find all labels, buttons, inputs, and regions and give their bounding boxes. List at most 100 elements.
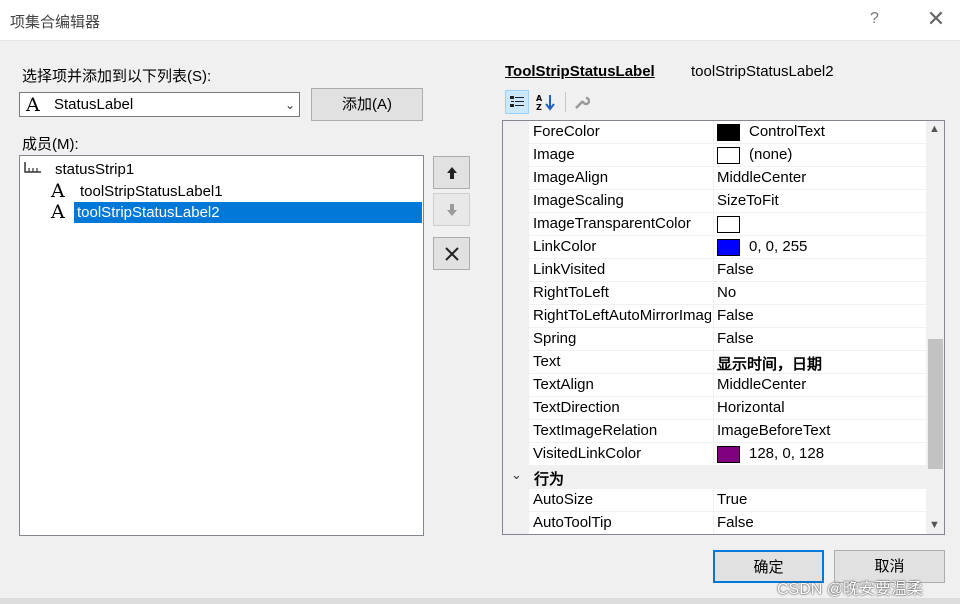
tree-item-label: toolStripStatusLabel2 [74,202,422,223]
property-row[interactable]: AutoToolTip False [529,512,926,534]
members-list[interactable]: statusStrip1 A toolStripStatusLabel1 A t… [19,155,424,536]
property-name: ForeColor [533,123,600,140]
help-button[interactable]: ? [870,10,879,28]
property-name: Image [533,146,575,163]
item-type-combo[interactable]: A StatusLabel ⌄ [19,92,300,117]
column-divider [713,144,714,167]
property-name: ImageScaling [533,192,624,209]
column-divider [713,213,714,236]
property-row[interactable]: AutoSize True [529,489,926,512]
column-divider [713,305,714,328]
property-row[interactable]: ImageScaling SizeToFit [529,190,926,213]
scroll-thumb[interactable] [928,339,943,469]
property-value: No [717,284,737,301]
property-row[interactable]: RightToLeftAutoMirrorImage False [529,305,926,328]
property-value: MiddleCenter [717,169,807,186]
property-row[interactable]: VisitedLinkColor 128, 0, 128 [529,443,926,466]
category-title: 行为 [534,471,565,488]
window-title: 项集合编辑器 [10,14,101,31]
object-type-name: ToolStripStatusLabel [505,63,655,80]
sort-az-icon: AZ [536,94,555,111]
property-value: ControlText [749,123,825,140]
label-icon: A [26,94,40,116]
column-divider [713,374,714,397]
column-divider [713,489,714,512]
property-name: Text [533,353,561,370]
property-row[interactable]: TextDirection Horizontal [529,397,926,420]
close-button[interactable]: ✕ [925,6,947,32]
color-swatch [717,216,740,233]
arrow-up-icon [446,166,457,179]
column-divider [713,282,714,305]
property-row[interactable]: ImageTransparentColor [529,213,926,236]
property-name: AutoToolTip [533,514,612,531]
color-swatch [717,446,740,463]
move-down-button[interactable] [433,193,470,226]
column-divider [713,443,714,466]
column-divider [713,512,714,534]
svg-text:A: A [536,94,543,103]
property-value: (none) [749,146,793,163]
svg-text:Z: Z [536,103,542,111]
property-row[interactable]: ImageAlign MiddleCenter [529,167,926,190]
property-pages-button[interactable] [570,90,594,114]
column-divider [713,190,714,213]
chevron-down-icon[interactable]: ⌄ [511,467,522,483]
property-row[interactable]: LinkVisited False [529,259,926,282]
status-strip-icon [23,159,43,180]
property-name: TextDirection [533,399,620,416]
category-header[interactable]: ⌄ 行为 [503,466,926,489]
property-row[interactable]: LinkColor 0, 0, 255 [529,236,926,259]
move-up-button[interactable] [433,156,470,189]
color-swatch [717,124,740,141]
property-row[interactable]: RightToLeft No [529,282,926,305]
column-divider [713,420,714,443]
select-items-label: 选择项并添加到以下列表(S): [22,68,212,85]
property-row[interactable]: ForeColor ControlText [529,121,926,144]
arrow-down-icon [446,203,457,216]
title-bar: 项集合编辑器 ? ✕ [0,0,960,41]
scroll-up-icon[interactable]: ▲ [929,123,940,135]
combo-value: StatusLabel [54,96,134,113]
property-row[interactable]: Image (none) [529,144,926,167]
scroll-down-icon[interactable]: ▼ [929,519,940,531]
property-row[interactable]: Spring False [529,328,926,351]
label-icon: A [51,201,65,223]
column-divider [713,351,714,374]
property-value: False [717,514,754,531]
delete-button[interactable] [433,237,470,270]
chevron-down-icon[interactable]: ⌄ [285,98,295,112]
property-value: 128, 0, 128 [749,445,825,462]
property-row[interactable]: TextAlign MiddleCenter [529,374,926,397]
property-value: False [717,330,754,347]
property-name: TextImageRelation [533,422,658,439]
vertical-scrollbar[interactable]: ▲ ▼ [926,121,944,534]
categorized-button[interactable] [505,90,529,114]
property-name: LinkVisited [533,261,606,278]
column-divider [713,259,714,282]
tree-item-label: toolStripStatusLabel1 [80,183,223,200]
property-grid[interactable]: ForeColor ControlText Image (none) ImageAl… [502,120,945,535]
column-divider [713,121,714,144]
wrench-icon [575,96,590,109]
property-name: RightToLeft [533,284,609,301]
property-value: MiddleCenter [717,376,807,393]
color-swatch [717,239,740,256]
label-icon: A [51,180,65,202]
property-row[interactable]: TextImageRelation ImageBeforeText [529,420,926,443]
image-swatch [717,147,740,164]
property-value: ImageBeforeText [717,422,831,439]
property-row[interactable]: Text 显示时间，日期 [529,351,926,374]
property-value: SizeToFit [717,192,779,209]
property-name: TextAlign [533,376,594,393]
column-divider [713,397,714,420]
add-button[interactable]: 添加(A) [311,88,423,121]
property-value: True [717,491,748,508]
property-value: 0, 0, 255 [749,238,808,255]
delete-icon [444,246,459,261]
property-value: False [717,307,754,324]
property-name: ImageTransparentColor [533,215,691,232]
property-name: RightToLeftAutoMirrorImage [533,307,711,324]
alphabetical-button[interactable]: AZ [534,90,558,114]
toolbar-separator [565,92,566,112]
